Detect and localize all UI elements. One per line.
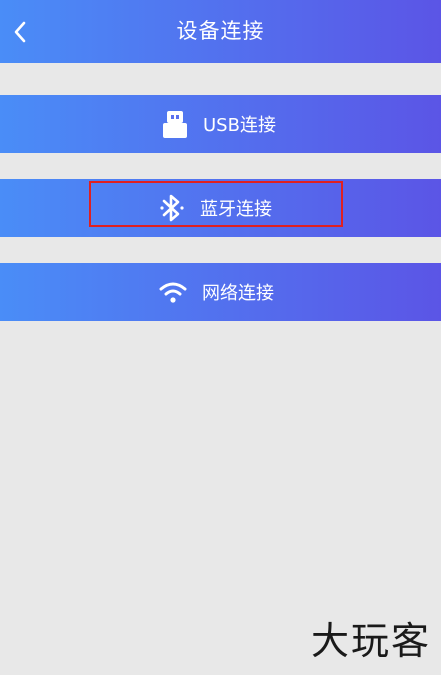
chevron-left-icon	[14, 21, 26, 42]
wifi-icon	[159, 282, 187, 303]
usb-connection-label: USB连接	[203, 115, 276, 136]
bluetooth-icon	[160, 194, 184, 222]
back-button[interactable]	[0, 0, 40, 63]
bluetooth-connection-label: 蓝牙连接	[200, 199, 272, 220]
network-connection-label: 网络连接	[202, 283, 274, 304]
watermark-logo: 大玩客	[310, 619, 431, 663]
page-title: 设备连接	[176, 19, 265, 43]
header-bar: 设备连接	[0, 0, 441, 63]
usb-connection-button[interactable]: USB连接	[0, 95, 441, 153]
bluetooth-connection-button[interactable]: 蓝牙连接	[0, 179, 441, 237]
usb-icon	[163, 111, 187, 138]
network-connection-button[interactable]: 网络连接	[0, 263, 441, 321]
